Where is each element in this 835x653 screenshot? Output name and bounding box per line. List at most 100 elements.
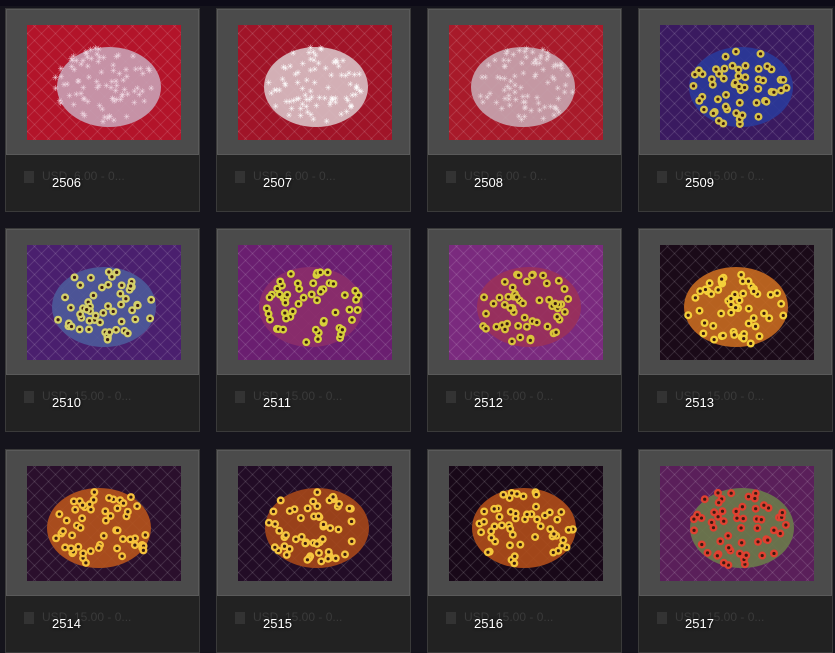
product-photo[interactable]: ✳✳✳✳✳✳✳✳✳✳✳✳✳✳✳✳✳✳✳✳✳✳✳✳✳✳✳✳✳✳✳✳✳✳✳✳✳✳✳✳…	[27, 25, 181, 140]
product-image-frame[interactable]: ✳ ✳ ✳ ✳ ✳ ✳ ✳ ✳ ✳ ✳ ✳ ✳ ✳ ✳ ✳ ✳ ✳ ✳ ✳ ✳ ✳ ✳ ✳ ✳ ✳ ✳ ✳ ✳ ✳ ✳ ✳ ✳ ✳ ✳ ✳ ✳ ✳ ✳ ✳ ✳…	[428, 9, 621, 155]
polyp: ✳	[562, 81, 569, 90]
polyp: ✳	[94, 50, 101, 59]
product-photo[interactable]	[27, 245, 181, 360]
polyp: ✳	[530, 59, 537, 68]
polyp: ✳	[106, 112, 113, 121]
polyp: ✳	[265, 79, 272, 88]
product-info: USD. 15.00 - 0...	[217, 375, 410, 431]
polyp: ✳	[569, 88, 576, 97]
cart-icon	[446, 611, 456, 624]
polyp: ✳	[145, 65, 152, 74]
product-card[interactable]: ✳ ✳ ✳ ✳ ✳ ✳ ✳ ✳ ✳ ✳ ✳ ✳ ✳ ✳ ✳ ✳ ✳ ✳ ✳ ✳ ✳ ✳ ✳ ✳ ✳ ✳ ✳ ✳ ✳ ✳ ✳ ✳ ✳ ✳ ✳ ✳ ✳ ✳ ✳ ✳…	[427, 8, 622, 212]
product-image-frame[interactable]	[217, 229, 410, 375]
polyp: ✳	[534, 93, 541, 102]
polyp: ✳	[510, 50, 517, 59]
polyp: ✳	[58, 72, 65, 81]
product-photo[interactable]	[660, 245, 814, 360]
polyp: ✳	[479, 73, 486, 82]
product-info: USD. 15.00 - 0...	[639, 596, 832, 652]
product-card[interactable]: USD. 15.00 - 0... 2513	[638, 228, 833, 432]
polyp: ✳	[148, 84, 155, 93]
product-image-frame[interactable]	[428, 450, 621, 596]
polyp: ✳	[109, 95, 116, 104]
product-price: USD. 15.00 - 0...	[657, 389, 827, 403]
product-image-frame[interactable]	[639, 9, 832, 155]
product-info: USD. 15.00 - 0...	[6, 596, 199, 652]
product-photo[interactable]	[660, 466, 814, 581]
polyp: ✳	[96, 101, 103, 110]
product-photo[interactable]	[238, 466, 392, 581]
polyp: ✳	[130, 52, 137, 61]
product-photo[interactable]	[660, 25, 814, 140]
product-card[interactable]: ✳ ✳ ✳ ✳ ✳ ✳ ✳ ✳ ✳ ✳ ✳ ✳ ✳ ✳ ✳ ✳ ✳ ✳ ✳ ✳ ✳ ✳ ✳ ✳ ✳ ✳ ✳ ✳ ✳ ✳ ✳ ✳ ✳ ✳ ✳ ✳ ✳ ✳ ✳ ✳…	[216, 8, 411, 212]
product-image-frame[interactable]: ✳ ✳ ✳ ✳ ✳ ✳ ✳ ✳ ✳ ✳ ✳ ✳ ✳ ✳ ✳ ✳ ✳ ✳ ✳ ✳ ✳ ✳ ✳ ✳ ✳ ✳ ✳ ✳ ✳ ✳ ✳ ✳ ✳ ✳ ✳ ✳ ✳ ✳ ✳ ✳…	[6, 9, 199, 155]
cart-icon	[24, 611, 34, 624]
polyp: ✳	[351, 71, 358, 80]
polyp: ✳	[515, 112, 522, 121]
product-card[interactable]: USD. 15.00 - 0... 2509	[638, 8, 833, 212]
polyp: ✳	[123, 112, 130, 121]
polyp: ✳	[272, 102, 279, 111]
product-info: USD. 6.00 - 0...	[6, 155, 199, 211]
product-card[interactable]: USD. 15.00 - 0... 2510	[5, 228, 200, 432]
polyp: ✳	[98, 68, 105, 77]
product-card[interactable]: USD. 15.00 - 0... 2511	[216, 228, 411, 432]
product-price: USD. 15.00 - 0...	[657, 610, 827, 624]
product-image-frame[interactable]	[6, 229, 199, 375]
product-photo[interactable]	[27, 466, 181, 581]
product-card[interactable]: USD. 15.00 - 0... 2512	[427, 228, 622, 432]
polyp: ✳	[347, 80, 354, 89]
product-image-frame[interactable]	[428, 229, 621, 375]
product-image-frame[interactable]	[6, 450, 199, 596]
polyp: ✳	[498, 105, 505, 114]
product-card[interactable]: ✳ ✳ ✳ ✳ ✳ ✳ ✳ ✳ ✳ ✳ ✳ ✳ ✳ ✳ ✳ ✳ ✳ ✳ ✳ ✳ ✳ ✳ ✳ ✳ ✳ ✳ ✳ ✳ ✳ ✳ ✳ ✳ ✳ ✳ ✳ ✳ ✳ ✳ ✳ ✳…	[5, 8, 200, 212]
polyp: ✳	[310, 115, 317, 124]
product-number: 2510	[52, 395, 81, 410]
polyp: ✳	[307, 66, 314, 75]
polyp: ✳	[290, 49, 297, 58]
product-card[interactable]: USD. 15.00 - 0... 2514	[5, 449, 200, 653]
polyp: ✳	[330, 95, 337, 104]
product-price: USD. 15.00 - 0...	[446, 610, 616, 624]
product-grid: ✳ ✳ ✳ ✳ ✳ ✳ ✳ ✳ ✳ ✳ ✳ ✳ ✳ ✳ ✳ ✳ ✳ ✳ ✳ ✳ ✳ ✳ ✳ ✳ ✳ ✳ ✳ ✳ ✳ ✳ ✳ ✳ ✳ ✳ ✳ ✳ ✳ ✳ ✳ ✳…	[0, 0, 835, 653]
cart-icon	[24, 170, 34, 183]
product-info: USD. 15.00 - 0...	[6, 375, 199, 431]
polyp: ✳	[82, 48, 89, 57]
product-image-frame[interactable]: ✳ ✳ ✳ ✳ ✳ ✳ ✳ ✳ ✳ ✳ ✳ ✳ ✳ ✳ ✳ ✳ ✳ ✳ ✳ ✳ ✳ ✳ ✳ ✳ ✳ ✳ ✳ ✳ ✳ ✳ ✳ ✳ ✳ ✳ ✳ ✳ ✳ ✳ ✳ ✳…	[217, 9, 410, 155]
product-image-frame[interactable]	[639, 450, 832, 596]
cart-icon	[657, 170, 667, 183]
polyp: ✳	[100, 53, 107, 62]
product-card[interactable]: USD. 15.00 - 0... 2516	[427, 449, 622, 653]
polyp: ✳	[565, 71, 572, 80]
product-info: USD. 6.00 - 0...	[217, 155, 410, 211]
product-number: 2511	[263, 395, 291, 410]
product-number: 2515	[263, 616, 292, 631]
polyp: ✳	[136, 90, 143, 99]
polyp: ✳	[354, 84, 361, 93]
polyp: ✳	[137, 64, 144, 73]
product-price: USD. 6.00 - 0...	[24, 169, 194, 183]
polyp: ✳	[307, 55, 314, 64]
polyp: ✳	[123, 66, 130, 75]
polyp: ✳	[80, 84, 87, 93]
product-photo[interactable]	[449, 245, 603, 360]
product-number: 2513	[685, 395, 714, 410]
product-photo[interactable]	[238, 245, 392, 360]
product-price: USD. 6.00 - 0...	[446, 169, 616, 183]
product-photo[interactable]: ✳✳✳✳✳✳✳✳✳✳✳✳✳✳✳✳✳✳✳✳✳✳✳✳✳✳✳✳✳✳✳✳✳✳✳✳✳✳✳✳…	[449, 25, 603, 140]
product-number: 2517	[685, 616, 714, 631]
product-photo[interactable]: ✳✳✳✳✳✳✳✳✳✳✳✳✳✳✳✳✳✳✳✳✳✳✳✳✳✳✳✳✳✳✳✳✳✳✳✳✳✳✳✳…	[238, 25, 392, 140]
product-info: USD. 15.00 - 0...	[639, 155, 832, 211]
product-photo[interactable]	[449, 466, 603, 581]
product-card[interactable]: USD. 15.00 - 0... 2517	[638, 449, 833, 653]
polyp: ✳	[477, 92, 484, 101]
product-info: USD. 6.00 - 0...	[428, 155, 621, 211]
product-image-frame[interactable]	[217, 450, 410, 596]
product-price: USD. 15.00 - 0...	[24, 610, 194, 624]
polyp: ✳	[279, 75, 286, 84]
cart-icon	[657, 390, 667, 403]
product-image-frame[interactable]	[639, 229, 832, 375]
product-price: USD. 6.00 - 0...	[235, 169, 405, 183]
product-card[interactable]: USD. 15.00 - 0... 2515	[216, 449, 411, 653]
polyp: ✳	[297, 111, 304, 120]
